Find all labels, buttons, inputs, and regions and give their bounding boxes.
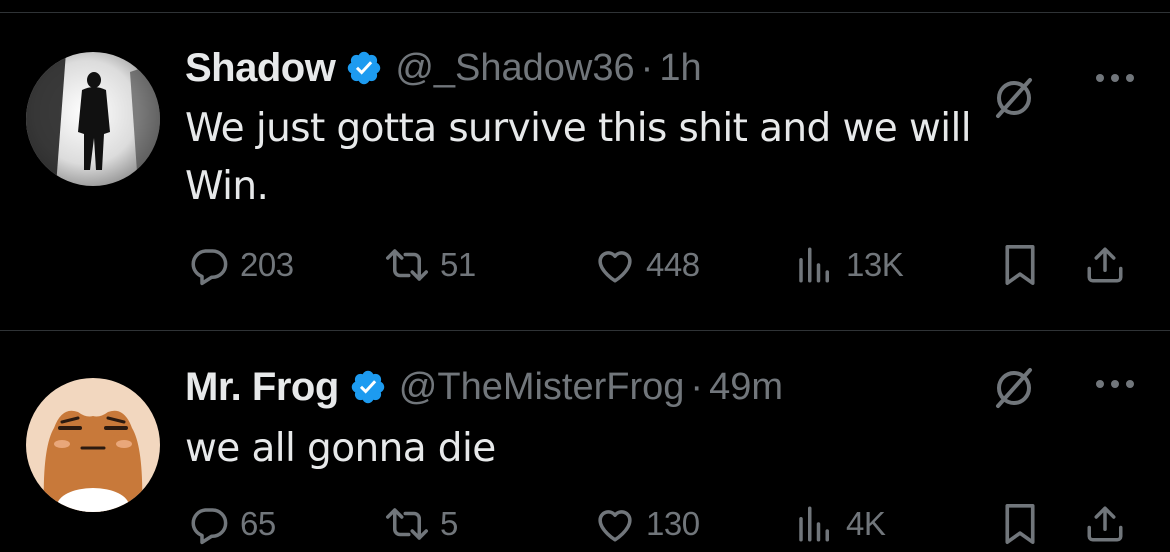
views-count: 4K	[846, 505, 886, 542]
views-button[interactable]: 4K	[794, 501, 886, 547]
grok-icon[interactable]	[992, 366, 1036, 410]
more-dots-icon[interactable]	[1093, 374, 1137, 394]
tweet-actions: 203 51 448 13K	[188, 242, 1138, 288]
display-name[interactable]: Shadow	[185, 46, 336, 91]
tweet-actions: 65 5 130 4K	[188, 501, 1138, 547]
tweet-text: We just gotta survive this shit and we w…	[185, 106, 972, 209]
tweet-text: we all gonna die	[185, 426, 496, 471]
handle[interactable]: @TheMisterFrog	[399, 366, 685, 409]
bookmark-button[interactable]	[1000, 501, 1040, 547]
share-upload-icon	[1087, 506, 1123, 542]
like-count: 448	[646, 246, 700, 283]
more-dots-icon[interactable]	[1093, 68, 1137, 88]
retweet-count: 5	[440, 505, 458, 542]
like-button[interactable]: 448	[594, 242, 700, 288]
reply-button[interactable]: 203	[188, 242, 294, 288]
like-button[interactable]: 130	[594, 501, 700, 547]
tweet-header: Mr. Frog @TheMisterFrog · 49m	[185, 361, 783, 413]
timestamp[interactable]: 49m	[709, 366, 783, 409]
bookmark-icon	[1005, 504, 1035, 545]
like-count: 130	[646, 505, 700, 542]
heart-icon	[598, 251, 632, 283]
reply-count: 65	[240, 505, 276, 542]
retweet-count: 51	[440, 246, 476, 283]
tweet-header: Shadow @_Shadow36 · 1h	[185, 42, 702, 94]
display-name[interactable]: Mr. Frog	[185, 365, 339, 410]
timestamp[interactable]: 1h	[659, 47, 701, 90]
separator-dot: ·	[640, 46, 654, 89]
retweet-icon	[386, 249, 428, 281]
bookmark-button[interactable]	[1000, 242, 1040, 288]
views-bar-chart-icon	[799, 247, 829, 283]
separator-dot: ·	[690, 365, 704, 408]
reply-count: 203	[240, 246, 294, 283]
tweet[interactable]: Mr. Frog @TheMisterFrog · 49m we all gon…	[0, 331, 1170, 552]
avatar-frog-image	[26, 378, 160, 512]
tweet[interactable]: Shadow @_Shadow36 · 1h We just gotta sur…	[0, 12, 1170, 331]
avatar-shadow-image	[26, 52, 160, 186]
heart-icon	[598, 510, 632, 542]
bookmark-icon	[1005, 245, 1035, 285]
reply-bubble-icon	[191, 249, 228, 286]
share-upload-icon	[1087, 247, 1123, 283]
retweet-button[interactable]: 51	[384, 242, 476, 288]
share-button[interactable]	[1084, 501, 1126, 547]
retweet-icon	[386, 508, 428, 540]
avatar[interactable]	[26, 378, 160, 512]
verified-badge-icon	[349, 368, 387, 406]
share-button[interactable]	[1084, 242, 1126, 288]
reply-button[interactable]: 65	[188, 501, 276, 547]
views-count: 13K	[846, 246, 904, 283]
handle[interactable]: @_Shadow36	[395, 47, 634, 90]
retweet-button[interactable]: 5	[384, 501, 458, 547]
avatar[interactable]	[26, 52, 160, 186]
views-bar-chart-icon	[799, 506, 829, 542]
reply-bubble-icon	[191, 508, 228, 545]
views-button[interactable]: 13K	[794, 242, 904, 288]
verified-badge-icon	[345, 49, 383, 87]
